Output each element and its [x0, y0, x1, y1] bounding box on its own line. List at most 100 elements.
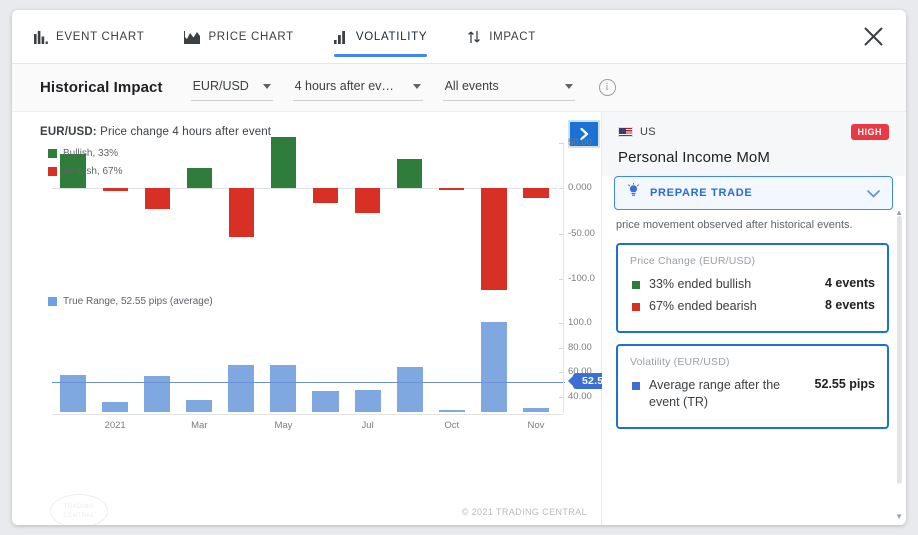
- tab-volatility[interactable]: VOLATILITY: [333, 10, 445, 64]
- price-change-bullish-text: 33% ended bullish: [649, 277, 752, 291]
- price-change-bar[interactable]: [439, 188, 465, 191]
- volatility-dialog: EVENT CHART PRICE CHART VOLATILITY IMPAC…: [12, 10, 906, 525]
- price-change-bar[interactable]: [397, 159, 423, 189]
- tab-price-chart[interactable]: PRICE CHART: [184, 10, 311, 64]
- controls-bar: Historical Impact EUR/USD 4 hours after …: [12, 64, 906, 112]
- volatility-box: Volatility (EUR/USD) Average range after…: [616, 344, 889, 429]
- y-tick: [559, 347, 563, 349]
- legend-item-bearish: Bearish, 67%: [48, 166, 122, 177]
- price-change-bar[interactable]: [355, 188, 381, 213]
- scroll-down-icon[interactable]: ▼: [895, 512, 903, 521]
- up-down-arrows-icon: [467, 30, 481, 44]
- events-filter-select[interactable]: All events: [442, 75, 575, 101]
- x-axis-label: Mar: [191, 420, 208, 431]
- y-tick: [559, 372, 563, 374]
- volatility-range-value: 52.55 pips: [814, 377, 875, 391]
- us-flag-icon: [618, 127, 633, 137]
- price-change-bar[interactable]: [270, 137, 297, 189]
- price-change-legend: Bullish, 33% Bearish, 67%: [48, 148, 122, 184]
- volatility-range-text: Average range after the event (TR): [649, 378, 781, 409]
- legend-label: True Range, 52.55 pips (average): [63, 296, 213, 307]
- bar-chart-icon: [34, 30, 48, 44]
- average-line: [52, 381, 565, 383]
- close-icon[interactable]: [858, 22, 888, 52]
- swatch-bullish: [632, 281, 640, 289]
- price-change-bullish-row: 33% ended bullish 4 events: [630, 276, 875, 293]
- bar-chart-icon: [333, 30, 348, 44]
- true-range-bar[interactable]: [270, 364, 297, 412]
- true-range-bar[interactable]: [438, 409, 465, 412]
- price-change-box-title: Price Change (EUR/USD): [630, 255, 756, 267]
- legend-swatch-true-range: [48, 297, 57, 306]
- legend-swatch-bullish: [48, 149, 57, 158]
- prepare-trade-button[interactable]: PREPARE TRADE: [614, 176, 893, 210]
- y-axis-label: 60.00: [568, 366, 592, 378]
- true-range-bar[interactable]: [59, 374, 87, 412]
- true-range-bar[interactable]: [522, 408, 549, 412]
- legend-swatch-bearish: [48, 167, 57, 176]
- lightbulb-icon: [627, 182, 640, 203]
- true-range-bar[interactable]: [312, 390, 339, 412]
- price-change-bullish-value: 4 events: [824, 276, 875, 290]
- true-range-bar[interactable]: [480, 321, 507, 412]
- currency-pair-value: EUR/USD: [192, 79, 249, 93]
- price-change-bearish-text: 67% ended bearish: [649, 299, 757, 313]
- price-change-bar[interactable]: [523, 188, 549, 199]
- true-range-bar[interactable]: [186, 399, 213, 412]
- true-range-bar[interactable]: [396, 367, 423, 412]
- price-change-bar[interactable]: [102, 188, 128, 192]
- swatch-bearish: [632, 303, 640, 311]
- events-filter-value: All events: [444, 79, 499, 93]
- x-axis-label: May: [274, 420, 293, 431]
- panel-scrollbar[interactable]: [897, 216, 902, 484]
- true-range-chart: [52, 308, 565, 412]
- country-row: US HIGH: [618, 124, 889, 140]
- volatility-range-row: Average range after the event (TR) 52.55…: [630, 377, 875, 411]
- price-change-bar[interactable]: [144, 188, 170, 210]
- price-change-bar[interactable]: [186, 168, 212, 189]
- price-change-bar[interactable]: [228, 188, 254, 238]
- chevron-down-icon: [564, 83, 573, 89]
- y-axis-label: 50.00: [568, 136, 592, 148]
- true-range-bar[interactable]: [102, 402, 129, 412]
- price-change-chart: [52, 132, 557, 302]
- scroll-up-icon[interactable]: ▲: [895, 210, 903, 217]
- swatch-range: [632, 382, 640, 390]
- x-axis-label: Jul: [361, 420, 374, 431]
- true-range-bar[interactable]: [228, 364, 255, 412]
- event-header: US HIGH Personal Income MoM: [602, 112, 905, 176]
- y-tick: [559, 188, 563, 190]
- volatility-box-title: Volatility (EUR/USD): [630, 356, 730, 368]
- tab-impact[interactable]: IMPACT: [467, 10, 554, 64]
- y-axis-label: 80.00: [568, 341, 592, 353]
- y-tick: [559, 397, 563, 399]
- event-detail-scroll[interactable]: price movement observed after historical…: [602, 210, 905, 525]
- content-area: EUR/USD: Price change 4 hours after even…: [12, 112, 906, 525]
- tab-label: PRICE CHART: [208, 30, 294, 43]
- info-icon[interactable]: i: [598, 79, 616, 96]
- legend-label: Bullish, 33%: [63, 148, 119, 159]
- event-title: Personal Income MoM: [618, 149, 770, 166]
- prepare-trade-label: PREPARE TRADE: [650, 187, 753, 199]
- page-title: Historical Impact: [40, 79, 163, 96]
- x-axis-label: 2021: [104, 420, 126, 431]
- price-change-bar[interactable]: [481, 188, 507, 291]
- bottom-axis-line: [563, 302, 564, 414]
- price-change-bar[interactable]: [312, 188, 339, 203]
- timeframe-select[interactable]: 4 hours after ev…: [292, 75, 423, 101]
- tab-event-chart[interactable]: EVENT CHART: [34, 10, 162, 64]
- legend-item-true-range: True Range, 52.55 pips (average): [48, 296, 213, 307]
- event-description: price movement observed after historical…: [616, 219, 853, 231]
- y-axis-label: 0.000: [568, 182, 592, 194]
- true-range-bar[interactable]: [354, 389, 381, 412]
- y-tick: [559, 142, 563, 144]
- top-axis-line: [563, 142, 564, 302]
- y-axis-label: -50.00: [568, 227, 595, 239]
- tab-label: EVENT CHART: [56, 30, 145, 43]
- currency-pair-select[interactable]: EUR/USD: [190, 75, 273, 101]
- status-badge: HIGH: [850, 124, 889, 140]
- copyright-notice: © 2021 TRADING CENTRAL: [461, 507, 587, 517]
- legend-item-bullish: Bullish, 33%: [48, 148, 122, 159]
- chevron-down-icon: [867, 186, 880, 201]
- y-axis-label: 40.00: [568, 391, 592, 403]
